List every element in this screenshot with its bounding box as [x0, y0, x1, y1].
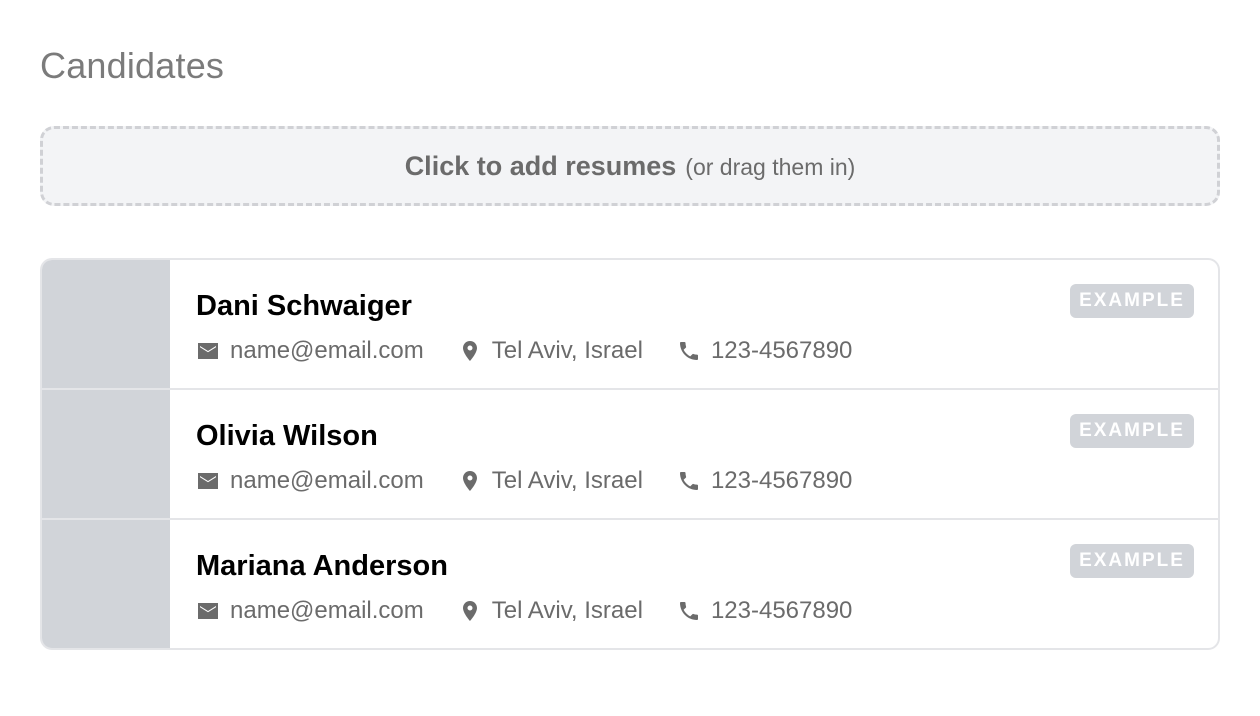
avatar	[42, 260, 170, 388]
phone-icon	[679, 342, 698, 360]
email-text: name@email.com	[230, 597, 424, 624]
example-badge: EXAMPLE	[1070, 284, 1194, 318]
email-icon	[198, 343, 218, 359]
phone-text: 123-4567890	[710, 337, 853, 364]
candidate-phone: 123-4567890	[677, 466, 852, 496]
candidate-row[interactable]: Mariana Anderson name@email.com Tel Aviv…	[42, 520, 1218, 648]
dropzone-hint: (or drag them in)	[685, 153, 856, 180]
page-title: Candidates	[40, 45, 225, 86]
phone-text: 123-4567890	[710, 597, 853, 624]
phone-text: 123-4567890	[710, 467, 853, 494]
candidate-name: Mariana Anderson	[196, 550, 448, 582]
candidate-list: Dani Schwaiger name@email.com Tel Aviv, …	[40, 258, 1220, 650]
candidate-name: Olivia Wilson	[196, 420, 378, 452]
example-badge: EXAMPLE	[1070, 414, 1194, 448]
avatar	[42, 520, 170, 648]
map-pin-icon	[462, 471, 477, 491]
candidate-row[interactable]: Olivia Wilson name@email.com Tel Aviv, I…	[42, 390, 1218, 520]
map-pin-icon	[462, 601, 477, 621]
avatar	[42, 390, 170, 518]
example-badge: EXAMPLE	[1070, 544, 1194, 578]
candidate-meta: name@email.com Tel Aviv, Israel 123-4567…	[196, 466, 852, 496]
candidates-page: Candidates Click to add resumes (or drag…	[0, 0, 1260, 716]
candidate-email: name@email.com	[196, 336, 424, 366]
candidate-name: Dani Schwaiger	[196, 290, 412, 322]
candidate-phone: 123-4567890	[677, 336, 852, 366]
candidate-location: Tel Aviv, Israel	[458, 596, 643, 626]
email-icon	[198, 603, 218, 619]
location-text: Tel Aviv, Israel	[491, 337, 643, 364]
candidate-location: Tel Aviv, Israel	[458, 336, 643, 366]
candidate-location: Tel Aviv, Israel	[458, 466, 643, 496]
candidate-row[interactable]: Dani Schwaiger name@email.com Tel Aviv, …	[42, 260, 1218, 390]
phone-icon	[679, 472, 698, 490]
candidate-meta: name@email.com Tel Aviv, Israel 123-4567…	[196, 596, 852, 626]
dropzone-label: Click to add resumes	[404, 150, 677, 181]
email-text: name@email.com	[230, 467, 424, 494]
candidate-meta: name@email.com Tel Aviv, Israel 123-4567…	[196, 336, 852, 366]
resume-dropzone[interactable]: Click to add resumes (or drag them in)	[40, 126, 1220, 206]
map-pin-icon	[462, 341, 477, 361]
phone-icon	[679, 602, 698, 620]
email-icon	[198, 473, 218, 489]
location-text: Tel Aviv, Israel	[491, 467, 643, 494]
location-text: Tel Aviv, Israel	[491, 597, 643, 624]
candidate-email: name@email.com	[196, 466, 424, 496]
email-text: name@email.com	[230, 337, 424, 364]
candidate-phone: 123-4567890	[677, 596, 852, 626]
candidate-email: name@email.com	[196, 596, 424, 626]
